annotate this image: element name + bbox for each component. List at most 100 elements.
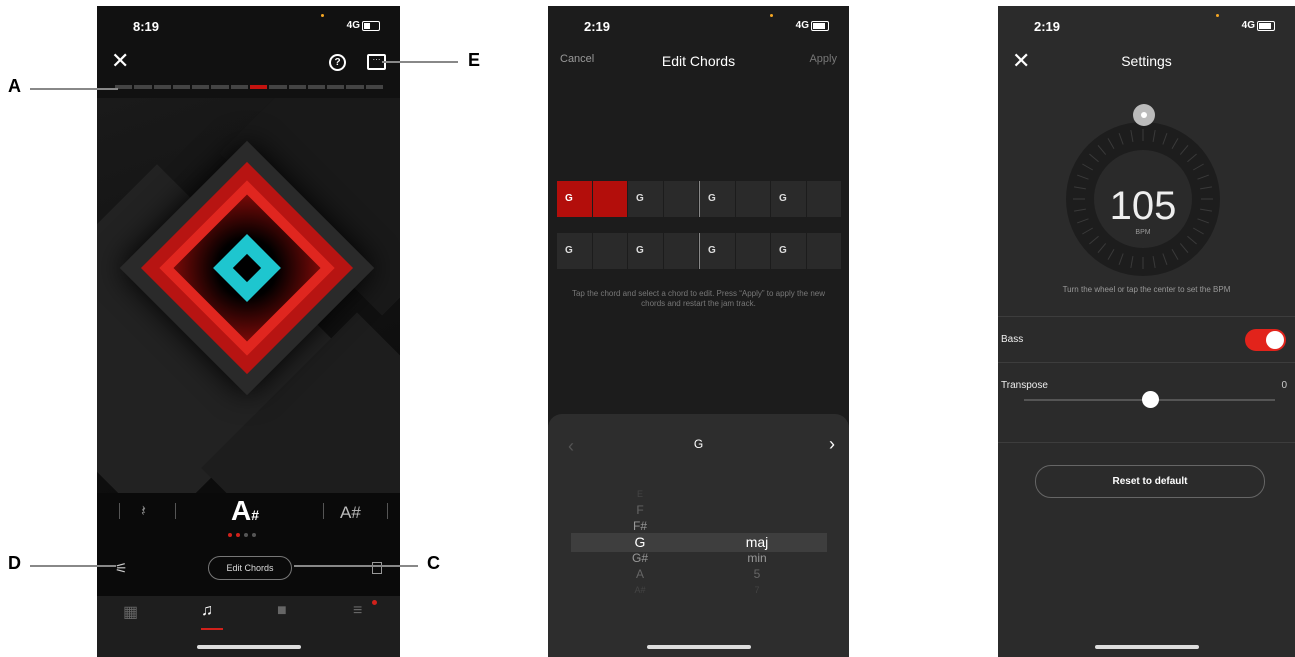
progress-segment <box>153 85 171 89</box>
picker-option[interactable]: 5 <box>717 566 797 582</box>
root-picker[interactable]: E F F# G G# A A# <box>600 486 680 598</box>
chord-picker-sheet: ‹ G › E F F# G G# A A# maj min 5 7 <box>548 414 849 657</box>
picker-option[interactable]: G <box>600 534 680 550</box>
current-chord: A# <box>231 495 259 527</box>
bass-toggle[interactable] <box>1245 329 1286 351</box>
picker-option[interactable]: E <box>600 486 680 502</box>
page-title: Settings <box>1121 53 1172 69</box>
chevron-right-icon[interactable]: › <box>829 434 835 455</box>
picker-option[interactable]: A# <box>600 582 680 598</box>
picker-option[interactable]: A <box>600 566 680 582</box>
chord-cell[interactable] <box>663 181 698 217</box>
wheel-tick <box>1197 218 1209 224</box>
bookmark-icon[interactable] <box>372 562 382 574</box>
chord-cell[interactable] <box>592 181 627 217</box>
progress-segment <box>365 85 383 89</box>
chord-cell[interactable]: G <box>557 233 592 269</box>
picker-option[interactable] <box>717 502 797 518</box>
apply-button[interactable]: Apply <box>809 53 837 65</box>
bpm-center[interactable]: 105 BPM <box>1094 150 1192 248</box>
picker-option[interactable]: F# <box>600 518 680 534</box>
album-art <box>97 98 400 493</box>
picker-option[interactable] <box>717 486 797 502</box>
picker-option[interactable]: 7 <box>717 582 797 598</box>
next-chord: A# <box>340 503 361 522</box>
wheel-tick <box>1200 208 1213 212</box>
progress-segment <box>172 85 191 89</box>
edit-chords-button[interactable]: Edit Chords <box>208 556 292 580</box>
transpose-slider[interactable] <box>1024 391 1275 408</box>
quality-picker[interactable]: maj min 5 7 <box>717 486 797 598</box>
wheel-tick <box>1200 186 1213 190</box>
status-time: 2:19 <box>584 19 611 34</box>
chord-cell[interactable]: G <box>699 233 735 269</box>
status-time: 2:19 <box>1034 19 1061 34</box>
picker-option[interactable]: F <box>600 502 680 518</box>
nav-bar: Cancel Edit Chords Apply <box>548 53 849 73</box>
progress-segment <box>307 85 326 89</box>
status-bar: 2:19 4G <box>548 6 849 40</box>
bass-label: Bass <box>1001 334 1024 345</box>
chord-cell[interactable]: G <box>699 181 735 217</box>
picker-option[interactable]: maj <box>717 534 797 550</box>
chord-cell[interactable]: G <box>557 181 592 217</box>
callout-e: E <box>468 50 481 70</box>
wheel-tick <box>1179 243 1189 253</box>
wheel-tick <box>1197 174 1209 180</box>
bass-row: Bass <box>998 316 1295 363</box>
chord-cell[interactable] <box>735 233 770 269</box>
notification-badge <box>372 600 377 605</box>
wheel-tick <box>1082 163 1094 171</box>
wheel-tick <box>1152 256 1156 269</box>
tab-menu-icon[interactable]: ≡ <box>353 602 362 620</box>
chord-cell[interactable]: G <box>628 233 663 269</box>
chord-cell[interactable] <box>592 233 627 269</box>
page-dot <box>252 533 256 537</box>
chord-grid-row-2: GGGG <box>557 233 841 269</box>
wheel-tick <box>1097 145 1107 155</box>
chord-cell[interactable] <box>806 181 841 217</box>
chord-cell[interactable]: G <box>771 233 806 269</box>
tab-video-icon[interactable]: ■ <box>277 602 287 620</box>
active-tab-indicator <box>201 628 223 630</box>
chord-cell[interactable]: G <box>628 181 663 217</box>
battery-icon <box>1257 21 1275 31</box>
wheel-tick <box>1107 248 1115 260</box>
battery-icon <box>362 21 380 31</box>
progress-segment <box>211 85 229 89</box>
selected-chord: G <box>693 437 704 451</box>
chord-cell[interactable] <box>663 233 698 269</box>
song-progress-bar[interactable] <box>115 85 383 89</box>
tab-music-icon[interactable]: ♫ <box>201 602 213 620</box>
network-indicator: 4G <box>1241 20 1255 31</box>
picker-option[interactable]: G# <box>600 550 680 566</box>
status-bar: 2:19 4G <box>998 6 1295 40</box>
chord-cell[interactable]: G <box>771 181 806 217</box>
chord-strip: 𝄽 A# A# <box>97 493 400 553</box>
network-indicator: 4G <box>795 20 809 31</box>
page-dot <box>236 533 240 537</box>
chord-cell[interactable] <box>806 233 841 269</box>
transpose-value: 0 <box>1281 380 1287 391</box>
rest-symbol: 𝄽 <box>141 503 146 520</box>
help-icon[interactable]: ? <box>329 54 346 71</box>
wheel-tick <box>1073 186 1086 190</box>
progress-segment <box>269 85 287 89</box>
callout-c: C <box>427 553 440 573</box>
picker-option[interactable] <box>717 518 797 534</box>
chord-cell[interactable] <box>735 181 770 217</box>
picker-option[interactable]: min <box>717 550 797 566</box>
wheel-knob[interactable] <box>1133 104 1155 126</box>
current-chord-accidental: # <box>251 507 260 523</box>
reset-button[interactable]: Reset to default <box>1035 465 1265 498</box>
tab-gig-icon[interactable]: ▦ <box>123 602 138 622</box>
slider-thumb[interactable] <box>1141 391 1159 408</box>
status-dot <box>321 14 324 17</box>
close-icon[interactable]: ✕ <box>111 50 129 72</box>
current-chord-root: A <box>231 495 252 526</box>
wheel-tick <box>1187 235 1197 245</box>
jam-player-screen: 8:19 4G ✕ ? ··· 𝄽 A# A# ⚟ Edit Chords ▦ … <box>97 6 400 657</box>
bpm-wheel[interactable]: 105 BPM <box>1066 104 1220 276</box>
wheel-tick <box>1118 133 1124 145</box>
mixer-settings-icon[interactable]: ⚟ <box>115 560 128 577</box>
